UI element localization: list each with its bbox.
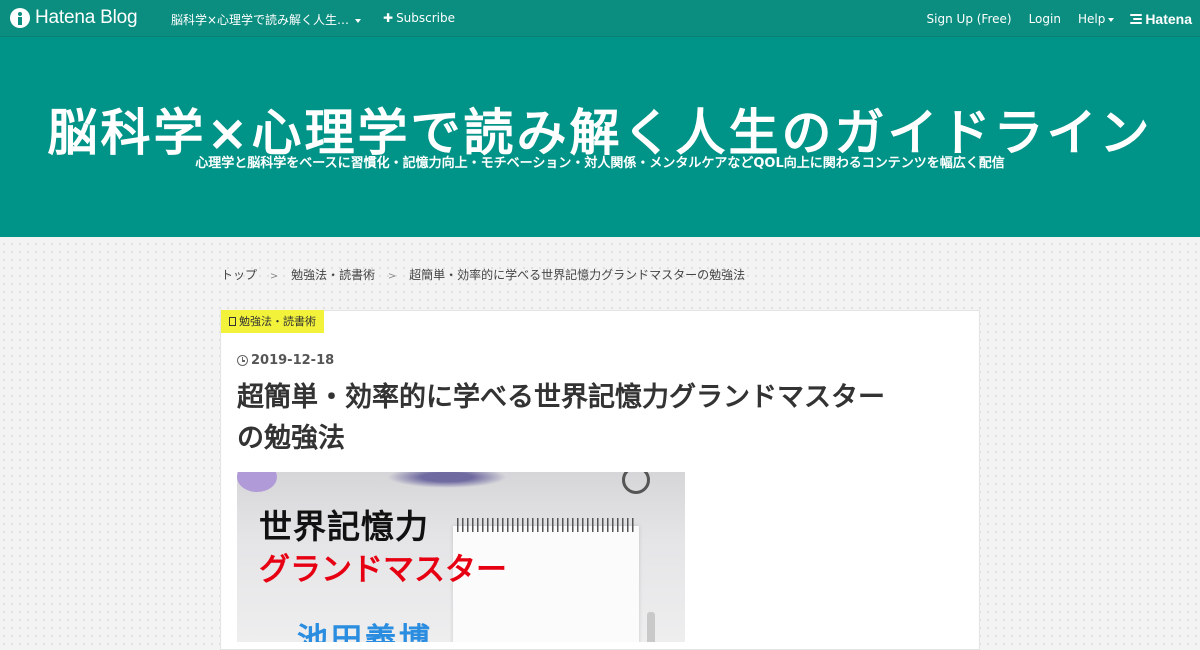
breadcrumb-separator: >	[269, 271, 279, 282]
scissors-handle-shape	[622, 472, 650, 494]
hatena-blog-icon	[10, 8, 30, 28]
hatena-lines-icon	[1130, 12, 1143, 26]
blog-description: 心理学と脳科学をベースに習慣化・記憶力向上・モチベーション・対人関係・メンタルケ…	[195, 156, 1005, 171]
global-nav-right: Sign Up (Free) Login Help Hatena	[910, 11, 1192, 27]
entry-date-text: 2019-12-18	[251, 353, 335, 368]
eyecatch-text-3: 池田義博	[297, 622, 433, 642]
category-label: 勉強法・読書術	[239, 315, 316, 328]
breadcrumb-top[interactable]: トップ	[221, 268, 257, 282]
flower-cup-shape	[237, 472, 277, 492]
article-card: 勉強法・読書術 2019-12-18 超簡単・効率的に学べる世界記憶力グランドマ…	[220, 310, 980, 650]
breadcrumb-separator: >	[387, 271, 397, 282]
subscribe-button[interactable]: ✚ Subscribe	[383, 11, 455, 25]
plus-icon: ✚	[383, 11, 394, 25]
entry-title-line2: の勉強法	[237, 423, 345, 454]
breadcrumb: トップ > 勉強法・読書術 > 超簡単・効率的に学べる世界記憶力グランドマスター…	[221, 266, 745, 283]
login-link[interactable]: Login	[1029, 12, 1061, 26]
document-icon	[229, 317, 236, 326]
caret-down-icon	[355, 18, 362, 23]
breadcrumb-category[interactable]: 勉強法・読書術	[291, 268, 375, 282]
pen-shape	[647, 612, 655, 642]
eyecatch-text-1: 世界記憶力	[259, 507, 429, 546]
hatena-logo-text: Hatena	[1145, 11, 1192, 27]
entry-title[interactable]: 超簡単・効率的に学べる世界記憶力グランドマスター の勉強法	[237, 377, 957, 459]
help-label: Help	[1077, 12, 1106, 26]
help-menu[interactable]: Help	[1077, 12, 1115, 26]
eyecatch-text-2: グランドマスター	[259, 552, 507, 588]
eyecatch-image: 世界記憶力 グランドマスター 池田義博	[237, 472, 685, 642]
lavender-shape	[387, 472, 507, 488]
hatena-logo-link[interactable]: Hatena	[1130, 11, 1192, 27]
global-header-bar: Hatena Blog 脳科学×心理学で読み解く人生… ✚ Subscribe S…	[0, 0, 1200, 37]
entry-title-line1: 超簡単・効率的に学べる世界記憶力グランドマスター	[237, 382, 885, 413]
clock-icon	[237, 355, 248, 366]
blog-name-label: 脳科学×心理学で読み解く人生…	[171, 13, 350, 27]
breadcrumb-current: 超簡単・効率的に学べる世界記憶力グランドマスターの勉強法	[409, 268, 746, 282]
notebook-spiral	[457, 518, 635, 532]
logo-text: Hatena Blog	[35, 7, 138, 28]
hatena-blog-logo[interactable]: Hatena Blog	[10, 7, 138, 29]
blog-name-dropdown[interactable]: 脳科学×心理学で読み解く人生…	[171, 11, 362, 28]
entry-date[interactable]: 2019-12-18	[237, 353, 334, 368]
subscribe-label: Subscribe	[396, 11, 456, 25]
signup-link[interactable]: Sign Up (Free)	[927, 12, 1012, 26]
blog-header: 脳科学×心理学で読み解く人生のガイドライン 心理学と脳科学をベースに習慣化・記憶…	[0, 37, 1200, 237]
caret-down-icon	[1108, 17, 1115, 22]
category-tag[interactable]: 勉強法・読書術	[221, 310, 324, 333]
